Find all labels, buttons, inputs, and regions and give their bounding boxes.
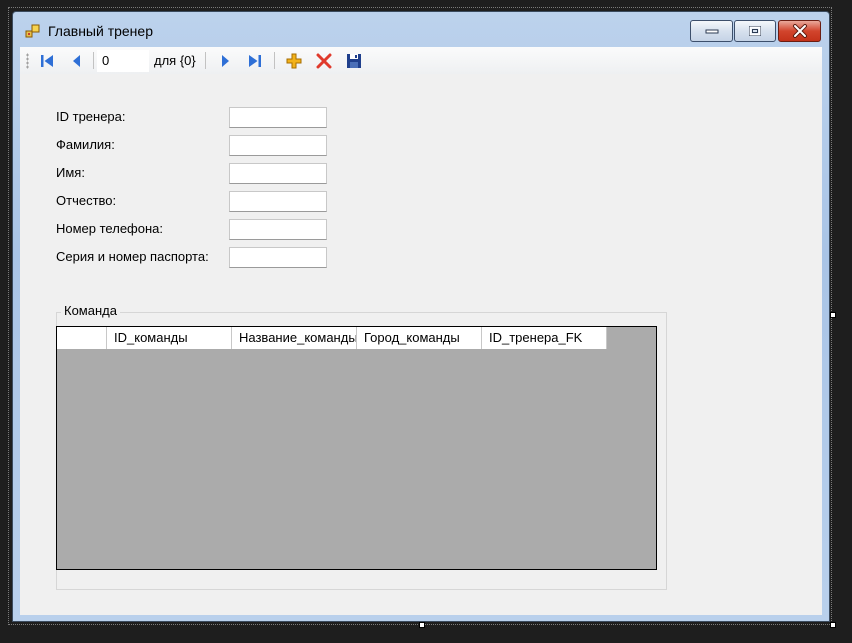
maximize-button[interactable] — [734, 20, 776, 42]
resize-handle-bottom[interactable] — [419, 622, 425, 628]
move-next-icon — [221, 54, 229, 67]
name-label: Имя: — [56, 165, 85, 180]
app-icon — [25, 24, 40, 38]
phone-label: Номер телефона: — [56, 221, 163, 236]
move-last-button[interactable] — [244, 50, 266, 72]
column-header[interactable]: ID_тренера_FK — [482, 327, 607, 349]
move-previous-button[interactable] — [66, 50, 88, 72]
save-icon — [346, 53, 361, 68]
save-button[interactable] — [343, 50, 365, 72]
window-title: Главный тренер — [48, 23, 153, 39]
add-new-icon — [286, 53, 302, 68]
patronymic-input[interactable] — [229, 191, 327, 212]
move-first-button[interactable] — [36, 50, 58, 72]
grid-header: ID_команды Название_команды Город_команд… — [57, 327, 607, 349]
surname-label: Фамилия: — [56, 137, 115, 152]
title-bar[interactable]: Главный тренер — [13, 12, 829, 46]
move-first-icon — [41, 54, 53, 67]
minimize-button[interactable] — [690, 20, 733, 42]
column-header[interactable]: ID_команды — [107, 327, 232, 349]
minimize-icon — [705, 29, 718, 34]
add-new-button[interactable] — [283, 50, 305, 72]
close-button[interactable] — [778, 20, 821, 42]
toolbar-separator — [204, 52, 206, 69]
patronymic-label: Отчество: — [56, 193, 117, 208]
trainer-id-input[interactable] — [229, 107, 327, 128]
passport-input[interactable] — [229, 247, 327, 268]
delete-button[interactable] — [313, 50, 335, 72]
trainer-id-label: ID тренера: — [56, 109, 126, 124]
move-previous-icon — [73, 54, 80, 67]
main-window: Главный тренер 0 для {0} ID тренера: Фам… — [12, 11, 830, 622]
team-data-grid[interactable]: ID_команды Название_команды Город_команд… — [56, 326, 657, 570]
toolbar-separator — [93, 52, 94, 69]
toolbar-grip[interactable] — [26, 52, 29, 69]
move-next-button[interactable] — [214, 50, 236, 72]
delete-icon — [316, 53, 332, 68]
resize-handle-right[interactable] — [830, 312, 836, 318]
maximize-icon — [749, 26, 761, 36]
column-header[interactable]: Город_команды — [357, 327, 482, 349]
name-input[interactable] — [229, 163, 327, 184]
row-header-corner[interactable] — [57, 327, 107, 349]
toolbar-separator — [273, 52, 275, 69]
position-input[interactable] — [97, 49, 149, 72]
form-client-area: для {0} — [20, 47, 822, 615]
resize-handle-corner[interactable] — [830, 622, 836, 628]
surname-input[interactable] — [229, 135, 327, 156]
binding-navigator: для {0} — [20, 47, 822, 74]
column-header[interactable]: Название_команды — [232, 327, 357, 349]
phone-input[interactable] — [229, 219, 327, 240]
close-icon — [792, 24, 807, 38]
team-group-label: Команда — [61, 303, 120, 318]
move-last-icon — [248, 54, 261, 67]
count-label: для {0} — [154, 53, 196, 68]
passport-label: Серия и номер паспорта: — [56, 249, 209, 264]
